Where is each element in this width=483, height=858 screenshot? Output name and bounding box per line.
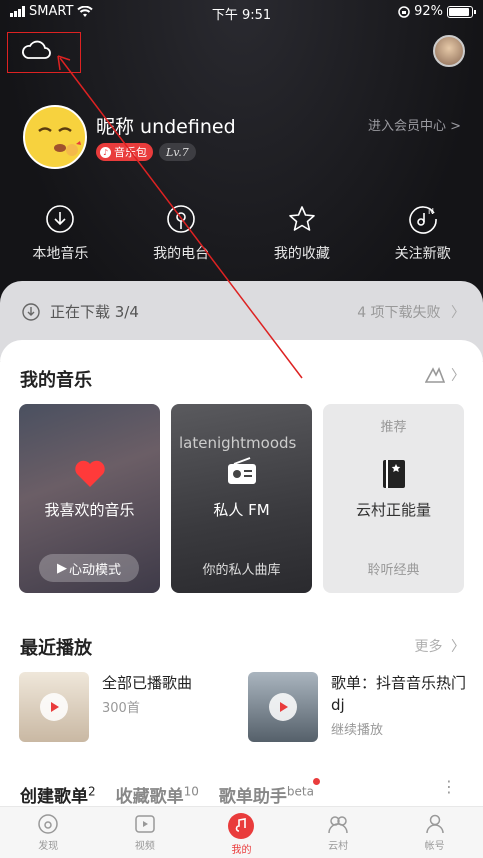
download-status: 正在下载 3/4 bbox=[50, 303, 139, 321]
music-note-icon bbox=[228, 813, 255, 839]
card-cloud-energy-sub: 聆听经典 bbox=[367, 563, 420, 578]
main-sheet: 我的音乐 〉 我喜欢的音乐 ▶ 心动模式 latenightmoods 私人 F… bbox=[0, 340, 483, 810]
tab-created-playlists[interactable]: 创建歌单2 bbox=[20, 782, 96, 807]
vip-badge[interactable]: ♪ 音乐包 bbox=[96, 143, 153, 161]
recent-title: 最近播放 bbox=[20, 638, 92, 659]
profile-avatar[interactable] bbox=[22, 104, 88, 170]
card-private-fm-sub: 你的私人曲库 bbox=[202, 563, 281, 578]
playlist-tabs: 创建歌单2 收藏歌单10 歌单助手beta bbox=[20, 778, 320, 807]
card-cloud-energy-top: 推荐 bbox=[380, 420, 407, 435]
account-icon bbox=[425, 814, 444, 834]
play-icon[interactable] bbox=[40, 693, 68, 721]
quick-my-favorites[interactable]: 我的收藏 bbox=[242, 204, 363, 263]
recent-item-playlist-sub: 继续播放 bbox=[331, 723, 384, 738]
card-private-fm[interactable]: latenightmoods 私人 FM 你的私人曲库 bbox=[171, 404, 312, 593]
discover-icon bbox=[38, 814, 59, 834]
quick-local-music[interactable]: 本地音乐 bbox=[0, 204, 121, 263]
quick-my-favorites-label: 我的收藏 bbox=[273, 246, 330, 262]
recent-item-all-sub: 300首 bbox=[102, 701, 140, 716]
video-icon bbox=[135, 815, 155, 833]
status-bar: SMART 下午 9:51 92% bbox=[0, 4, 483, 24]
tab-collected-count: 10 bbox=[183, 784, 199, 799]
vip-badge-label: 音乐包 bbox=[114, 146, 147, 159]
nickname[interactable]: 昵称 undefined bbox=[96, 112, 236, 139]
tab-discover-label: 发现 bbox=[38, 841, 59, 852]
heartbeat-mode-button[interactable]: ▶ 心动模式 bbox=[39, 554, 139, 582]
download-circle-icon bbox=[46, 205, 75, 233]
member-center-link[interactable]: 进入会员中心 > bbox=[368, 115, 461, 134]
recent-item-playlist[interactable]: 歌单：抖音音乐热门 dj 继续播放 bbox=[248, 672, 481, 742]
notification-dot bbox=[312, 778, 320, 785]
quick-my-radio-label: 我的电台 bbox=[153, 246, 210, 262]
play-icon[interactable] bbox=[269, 693, 297, 721]
radio-icon bbox=[167, 205, 195, 233]
quick-new-songs[interactable]: N 关注新歌 bbox=[362, 204, 483, 263]
tab-video-label: 视频 bbox=[134, 841, 155, 852]
card-liked-music[interactable]: 我喜欢的音乐 ▶ 心动模式 bbox=[19, 404, 160, 593]
heart-icon bbox=[75, 460, 105, 487]
tab-collected-label: 收藏歌单 bbox=[115, 787, 184, 807]
recent-thumb bbox=[19, 672, 89, 742]
settings-logo-icon bbox=[425, 367, 445, 383]
tab-account-label: 帐号 bbox=[424, 841, 445, 852]
tab-mine[interactable]: 我的 bbox=[193, 807, 290, 858]
annotation-highlight-box bbox=[7, 32, 81, 73]
play-icon: ▶ bbox=[56, 560, 67, 576]
tab-playlist-assistant[interactable]: 歌单助手beta bbox=[218, 778, 320, 807]
recent-item-all[interactable]: 全部已播歌曲 300首 bbox=[19, 672, 192, 742]
card-liked-music-label: 我喜欢的音乐 bbox=[44, 501, 135, 519]
svg-text:N: N bbox=[428, 207, 434, 216]
fm-art-text: latenightmoods bbox=[179, 434, 297, 452]
battery-percent: 92% bbox=[414, 4, 443, 19]
orientation-lock-icon bbox=[398, 5, 410, 18]
tab-discover[interactable]: 发现 bbox=[0, 807, 97, 858]
my-music-title: 我的音乐 bbox=[20, 370, 92, 391]
level-badge[interactable]: Lv.7 bbox=[159, 143, 196, 161]
chevron-right-icon: 〉 bbox=[451, 639, 465, 655]
tab-community[interactable]: 云村 bbox=[290, 807, 387, 858]
card-cloud-energy-label: 云村正能量 bbox=[355, 501, 431, 519]
chevron-right-icon: 〉 bbox=[451, 368, 465, 384]
battery-icon bbox=[447, 5, 476, 18]
my-music-settings[interactable]: 〉 bbox=[425, 365, 465, 385]
download-progress-icon bbox=[22, 302, 40, 321]
star-icon bbox=[289, 206, 315, 231]
heartbeat-mode-label: 心动模式 bbox=[68, 562, 121, 578]
recent-thumb bbox=[248, 672, 318, 742]
quick-local-music-label: 本地音乐 bbox=[32, 246, 89, 262]
vip-icon: ♪ bbox=[100, 146, 111, 158]
tab-mine-label: 我的 bbox=[231, 845, 252, 856]
new-songs-icon: N bbox=[408, 206, 437, 234]
tab-community-label: 云村 bbox=[328, 841, 349, 852]
recent-item-playlist-title: 歌单：抖音音乐热门 dj bbox=[331, 674, 467, 714]
tab-created-count: 2 bbox=[88, 784, 96, 799]
tab-assistant-label: 歌单助手 bbox=[218, 787, 287, 807]
tab-account[interactable]: 帐号 bbox=[386, 807, 483, 858]
download-failed-label: 4 项下载失败 bbox=[357, 305, 441, 321]
card-cloud-energy[interactable]: 推荐 云村正能量 聆听经典 bbox=[323, 404, 464, 593]
recent-more-label: 更多 bbox=[414, 639, 443, 655]
more-options-icon[interactable]: ⋮ bbox=[441, 779, 457, 795]
bottom-tab-bar: 发现 视频 我的 云村 帐号 bbox=[0, 806, 483, 858]
tab-video[interactable]: 视频 bbox=[97, 807, 194, 858]
radio-box-icon bbox=[228, 457, 256, 484]
chevron-right-icon: 〉 bbox=[451, 305, 465, 321]
tab-created-label: 创建歌单 bbox=[20, 787, 88, 807]
book-icon bbox=[383, 460, 405, 488]
top-avatar[interactable] bbox=[433, 35, 465, 67]
quick-new-songs-label: 关注新歌 bbox=[394, 246, 451, 262]
quick-my-radio[interactable]: 我的电台 bbox=[121, 204, 242, 263]
tab-collected-playlists[interactable]: 收藏歌单10 bbox=[116, 782, 199, 807]
community-icon bbox=[328, 816, 348, 834]
card-private-fm-label: 私人 FM bbox=[213, 501, 270, 519]
download-failed[interactable]: 4 项下载失败 〉 bbox=[357, 302, 465, 322]
recent-more-link[interactable]: 更多 〉 bbox=[415, 636, 465, 656]
tab-assistant-count: beta bbox=[286, 784, 314, 799]
recent-item-all-title: 全部已播歌曲 bbox=[102, 674, 193, 692]
